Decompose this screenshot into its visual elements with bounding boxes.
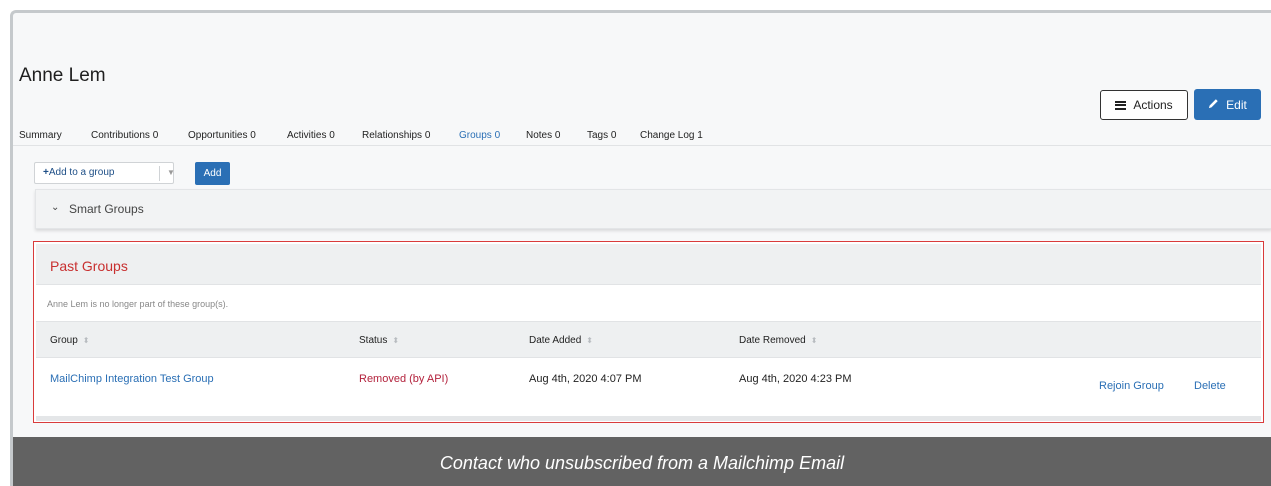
actions-button-label: Actions — [1133, 98, 1173, 112]
sort-icon: ⬍ — [810, 336, 818, 345]
column-group[interactable]: Group ⬍ — [50, 335, 90, 346]
table-header: Group ⬍ Status ⬍ Date Added ⬍ Date Removed ⬍ — [36, 321, 1261, 358]
tab-tags[interactable]: Tags 0 — [587, 130, 616, 141]
edit-button[interactable]: Edit — [1194, 89, 1261, 120]
add-to-group-select[interactable]: +Add to a group ▼ — [34, 162, 175, 184]
group-name-link[interactable]: MailChimp Integration Test Group — [50, 373, 214, 385]
add-group-button[interactable]: Add — [195, 162, 230, 185]
edit-button-label: Edit — [1226, 97, 1247, 112]
tab-relationships[interactable]: Relationships 0 — [362, 130, 430, 141]
sort-icon: ⬍ — [82, 336, 90, 345]
past-groups-note: Anne Lem is no longer part of these grou… — [47, 299, 229, 309]
actions-button[interactable]: Actions — [1100, 90, 1188, 120]
caret-down-icon: ▼ — [167, 168, 175, 177]
tab-notes[interactable]: Notes 0 — [526, 130, 560, 141]
tab-change-log[interactable]: Change Log 1 — [640, 130, 703, 141]
date-added: Aug 4th, 2020 4:07 PM — [529, 373, 642, 385]
contact-page-frame: Anne Lem Actions Edit Summary Contributi… — [10, 10, 1271, 486]
group-status: Removed (by API) — [359, 373, 449, 385]
table-row: MailChimp Integration Test Group Removed… — [36, 359, 1261, 415]
pencil-icon — [1208, 98, 1219, 112]
past-groups-title: Past Groups — [50, 258, 128, 274]
add-to-group-label: Add to a group — [48, 167, 115, 178]
page-title: Anne Lem — [19, 65, 106, 86]
column-date-removed[interactable]: Date Removed ⬍ — [739, 335, 817, 346]
past-groups-header: Past Groups — [36, 244, 1261, 285]
menu-icon — [1115, 100, 1127, 110]
tab-activities[interactable]: Activities 0 — [287, 130, 335, 141]
delete-link[interactable]: Delete — [1194, 380, 1226, 392]
date-removed: Aug 4th, 2020 4:23 PM — [739, 373, 852, 385]
sort-icon: ⬍ — [586, 336, 593, 345]
tab-summary[interactable]: Summary — [19, 130, 62, 141]
column-date-added[interactable]: Date Added ⬍ — [529, 335, 593, 346]
chevron-down-icon: ⌄ — [51, 202, 60, 213]
image-caption: Contact who unsubscribed from a Mailchim… — [13, 437, 1271, 486]
tab-contributions[interactable]: Contributions 0 — [91, 130, 158, 141]
column-status[interactable]: Status ⬍ — [359, 335, 399, 346]
sort-icon: ⬍ — [392, 336, 400, 345]
tab-opportunities[interactable]: Opportunities 0 — [188, 130, 256, 141]
past-groups-panel: Past Groups Anne Lem is no longer part o… — [33, 241, 1264, 423]
smart-groups-label: Smart Groups — [69, 202, 144, 216]
rejoin-group-link[interactable]: Rejoin Group — [1099, 380, 1164, 392]
contact-tabs: Summary Contributions 0 Opportunities 0 … — [13, 125, 1271, 146]
smart-groups-panel[interactable]: ⌄ Smart Groups — [35, 189, 1271, 229]
tab-groups[interactable]: Groups 0 — [459, 130, 500, 141]
